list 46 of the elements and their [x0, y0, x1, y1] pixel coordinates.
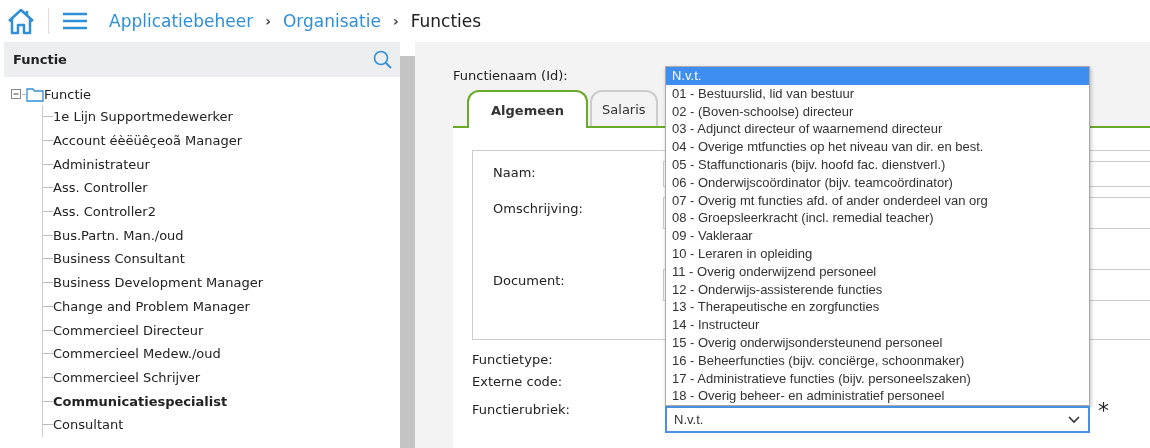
dropdown-option[interactable]: 09 - Vakleraar	[666, 227, 1089, 245]
dropdown-option[interactable]: 03 - Adjunct directeur of waarnemend directeur	[666, 120, 1089, 139]
collapse-icon[interactable]	[10, 88, 22, 100]
breadcrumb-link[interactable]: Applicatiebeheer	[109, 11, 254, 31]
panel-title: Functie	[13, 52, 67, 67]
tree-item[interactable]: Ass. Controller	[53, 180, 148, 196]
field-label: Naam:	[492, 164, 537, 180]
page-title: Functies	[410, 11, 482, 31]
chevron-down-icon	[1068, 415, 1080, 424]
scrollbar[interactable]	[400, 56, 415, 448]
menu-icon[interactable]	[61, 11, 89, 31]
tab[interactable]: Salaris	[590, 90, 658, 126]
chevron-icon: ›	[265, 13, 271, 29]
field-label: Externe code:	[472, 373, 563, 389]
required-mark: *	[1098, 398, 1109, 423]
tab[interactable]: Algemeen	[467, 90, 589, 128]
dropdown-option[interactable]: 13 - Therapeutische en zorgfuncties	[666, 298, 1089, 317]
search-icon[interactable]	[373, 50, 392, 69]
tree-item[interactable]: Business Consultant	[53, 251, 185, 267]
field-label: Functierubriek:	[472, 401, 570, 417]
dropdown-option[interactable]: 18 - Overig beheer- en administratief personeel	[666, 387, 1089, 406]
field-label: Functienaam (Id):	[453, 68, 568, 85]
dropdown-option[interactable]: 08 - Groepsleerkracht (incl. remedial teacher)	[666, 209, 1089, 228]
chevron-icon: ›	[392, 13, 399, 29]
tree-item[interactable]: Account éèëüêçeoã Manager	[53, 133, 243, 149]
field-label: Omschrijving:	[492, 200, 584, 216]
breadcrumb-link[interactable]: Organisatie	[283, 11, 381, 31]
tree-item[interactable]: 1e Lijn Supportmedewerker	[53, 109, 233, 125]
tree-item[interactable]: Commercieel Medew./oud	[53, 346, 221, 362]
dropdown-option[interactable]: 04 - Overige mtfuncties op het niveau van dir. en best.	[666, 138, 1089, 156]
tree-item[interactable]: Bus.Partn. Man./oud	[53, 227, 184, 243]
tree-item[interactable]: Administrateur	[53, 156, 150, 172]
home-icon[interactable]	[6, 7, 36, 35]
dropdown-option[interactable]: 14 - Instructeur	[666, 316, 1089, 334]
tree-item[interactable]: Business Development Manager	[53, 275, 264, 291]
tree-item[interactable]: Ass. Controller2	[53, 204, 156, 220]
tree-item[interactable]: Communicatiespecialist	[53, 393, 228, 409]
tree-item[interactable]: Commercieel Schrijver	[53, 369, 201, 385]
folder-icon	[26, 86, 44, 102]
tree-item[interactable]: Consultant	[53, 417, 124, 433]
select-field[interactable]: N.v.t.	[665, 406, 1090, 434]
tree-item[interactable]: Change and Problem Manager	[53, 298, 250, 314]
field-label: Functietype:	[472, 351, 553, 367]
tree-item[interactable]: Commercieel Directeur	[53, 322, 204, 338]
field-label: Document:	[492, 272, 566, 288]
tree-item[interactable]: Functie	[44, 86, 92, 102]
